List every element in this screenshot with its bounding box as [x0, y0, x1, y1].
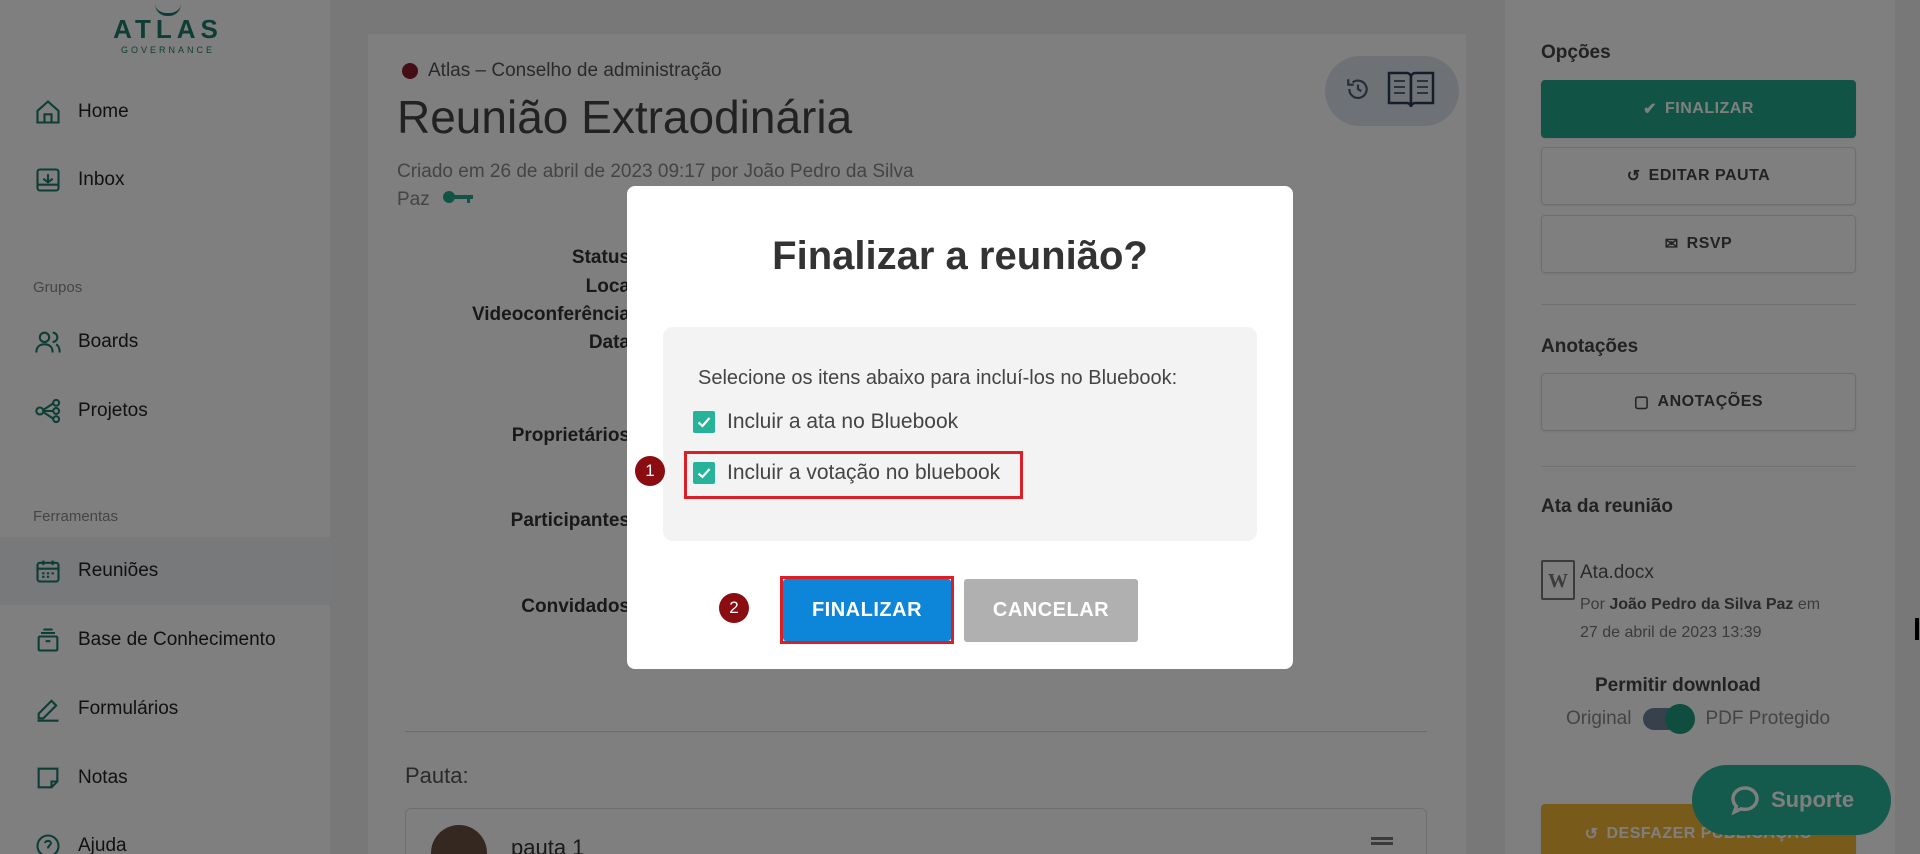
- bluebook-options-box: Selecione os itens abaixo para incluí-lo…: [663, 327, 1257, 541]
- step-badge-2: 2: [719, 593, 749, 623]
- step-badge-1: 1: [635, 456, 665, 486]
- include-minutes-checkbox-row[interactable]: Incluir a ata no Bluebook: [693, 410, 958, 434]
- include-minutes-label: Incluir a ata no Bluebook: [727, 410, 959, 433]
- dialog-title: Finalizar a reunião?: [772, 234, 1148, 278]
- cancel-button[interactable]: CANCELAR: [964, 579, 1138, 642]
- include-minutes-checkbox[interactable]: [693, 411, 715, 433]
- annotation-highlight-confirm: [780, 576, 954, 644]
- mouse-cursor-icon: [1915, 618, 1919, 640]
- check-icon: [697, 417, 711, 428]
- dialog-instructions: Selecione os itens abaixo para incluí-lo…: [698, 367, 1178, 389]
- annotation-highlight-voting: [684, 451, 1023, 499]
